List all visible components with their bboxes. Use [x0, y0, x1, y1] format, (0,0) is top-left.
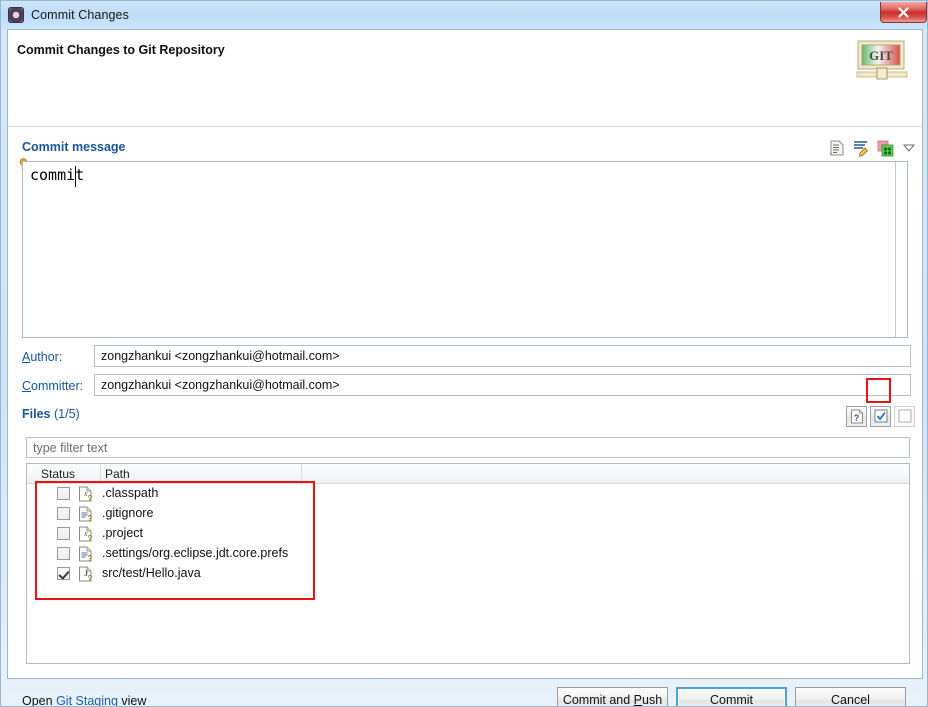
author-field[interactable]: zongzhankui <zongzhankui@hotmail.com>	[94, 345, 911, 367]
window-title: Commit Changes	[31, 8, 129, 22]
row-checkbox-unchecked[interactable]	[57, 547, 70, 560]
table-header: Status Path	[27, 464, 909, 484]
filter-placeholder: type filter text	[33, 441, 107, 455]
git-staging-hint: Open Git Staging view	[22, 694, 146, 707]
amend-icon[interactable]	[828, 139, 846, 157]
files-count: (1/5)	[54, 407, 80, 421]
files-toolbar: ?	[846, 405, 915, 427]
commit-message-input[interactable]: commit	[22, 161, 908, 338]
column-header-path[interactable]: Path	[105, 467, 130, 481]
commit-message-toolbar	[828, 137, 918, 159]
checked-checkbox-icon	[874, 409, 888, 423]
signed-off-icon[interactable]	[852, 139, 870, 157]
file-path: src/test/Hello.java	[102, 566, 201, 580]
git-staging-link[interactable]: Git Staging	[56, 694, 118, 707]
commit-label: Commit	[710, 693, 753, 707]
help-button[interactable]: ?	[846, 406, 867, 427]
select-all-button[interactable]	[870, 406, 891, 427]
svg-text:?: ?	[88, 574, 93, 582]
xml-file-untracked-icon: x?	[78, 526, 93, 542]
table-body: x? .classpath? .gitignore x? .project? .setti…	[27, 484, 909, 584]
files-table[interactable]: Status Path x? .classpath? .gitignore x? .pr…	[26, 463, 910, 664]
commit-and-push-label: Commit and Push	[563, 693, 662, 707]
column-separator[interactable]	[301, 464, 302, 484]
files-group-label: Files (1/5)	[22, 407, 80, 421]
text-caret	[75, 166, 76, 187]
git-logo: GIT	[856, 39, 908, 84]
gear-icon	[8, 7, 24, 23]
table-row[interactable]: x? .project	[27, 524, 909, 544]
table-row[interactable]: J? src/test/Hello.java	[27, 564, 909, 584]
svg-text:?: ?	[88, 514, 93, 522]
change-id-icon[interactable]	[876, 139, 894, 157]
xml-file-untracked-icon: x?	[78, 486, 93, 502]
close-button[interactable]	[880, 2, 927, 23]
unchecked-checkbox-icon	[898, 409, 912, 423]
git-logo-text: GIT	[869, 48, 893, 63]
help-icon: ?	[850, 409, 864, 424]
svg-text:?: ?	[88, 534, 93, 542]
file-path: .settings/org.eclipse.jdt.core.prefs	[102, 546, 288, 560]
file-path: .project	[102, 526, 143, 540]
open-prefix: Open	[22, 694, 56, 707]
committer-field[interactable]: zongzhankui <zongzhankui@hotmail.com>	[94, 374, 911, 396]
row-checkbox-unchecked[interactable]	[57, 507, 70, 520]
column-header-status[interactable]: Status	[41, 467, 75, 481]
svg-text:?: ?	[88, 494, 93, 502]
row-checkbox-unchecked[interactable]	[57, 527, 70, 540]
java-file-untracked-icon: J?	[78, 566, 93, 582]
svg-text:?: ?	[853, 413, 859, 423]
svg-text:?: ?	[88, 554, 93, 562]
open-suffix: view	[118, 694, 146, 707]
deselect-all-button[interactable]	[894, 406, 915, 427]
file-path: .gitignore	[102, 506, 153, 520]
commit-message-label: Commit message	[22, 140, 126, 154]
chevron-down-icon[interactable]	[900, 139, 918, 157]
dialog-content: Commit Changes to Git Repository GIT Com…	[7, 29, 923, 679]
commit-changes-dialog: Commit Changes Commit Changes to Git Rep…	[0, 0, 928, 707]
row-checkbox-checked[interactable]	[57, 567, 70, 580]
table-row[interactable]: x? .classpath	[27, 484, 909, 504]
commit-message-value: commit	[30, 166, 84, 184]
committer-label: Committer:	[22, 379, 83, 393]
header-divider	[8, 126, 922, 127]
committer-value: zongzhankui <zongzhankui@hotmail.com>	[101, 378, 340, 392]
files-label-text: Files	[22, 407, 51, 421]
commit-button[interactable]: Commit	[676, 687, 787, 707]
page-title: Commit Changes to Git Repository	[17, 43, 225, 57]
text-file-untracked-icon: ?	[78, 506, 93, 522]
title-bar: Commit Changes	[1, 1, 928, 29]
column-separator[interactable]	[100, 464, 101, 484]
filter-input[interactable]: type filter text	[26, 437, 910, 458]
commit-and-push-button[interactable]: Commit and Push	[557, 687, 668, 707]
row-checkbox-unchecked[interactable]	[57, 487, 70, 500]
cancel-button[interactable]: Cancel	[795, 687, 906, 707]
table-row[interactable]: ? .gitignore	[27, 504, 909, 524]
file-path: .classpath	[102, 486, 158, 500]
table-row[interactable]: ? .settings/org.eclipse.jdt.core.prefs	[27, 544, 909, 564]
author-value: zongzhankui <zongzhankui@hotmail.com>	[101, 349, 340, 363]
cancel-label: Cancel	[831, 693, 870, 707]
text-file-untracked-icon: ?	[78, 546, 93, 562]
author-label: Author:	[22, 350, 62, 364]
margin-ruler	[895, 162, 896, 337]
close-icon	[898, 7, 909, 18]
